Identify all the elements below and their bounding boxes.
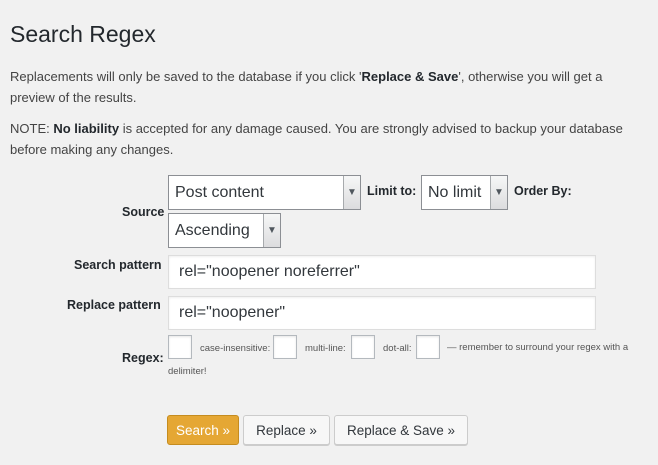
chevron-down-icon: ▼	[343, 176, 360, 209]
order-select-value: Ascending	[175, 221, 250, 239]
order-select[interactable]: Ascending ▼	[168, 213, 281, 248]
notice-emphasis: No liability	[53, 121, 120, 136]
source-select[interactable]: Post content ▼	[168, 175, 361, 210]
regex-hint-continued: delimiter!	[168, 366, 207, 377]
notice-text: NOTE: No liability is accepted for any d…	[10, 118, 650, 160]
search-button[interactable]: Search »	[167, 415, 239, 445]
limit-select-value: No limit	[428, 183, 482, 201]
regex-label: Regex:	[122, 351, 164, 365]
chevron-down-icon: ▼	[263, 214, 280, 247]
page-title: Search Regex	[10, 21, 156, 47]
limit-label: Limit to:	[367, 184, 417, 198]
replace-save-button[interactable]: Replace & Save »	[334, 415, 468, 445]
intro-text: Replacements will only be saved to the d…	[10, 66, 650, 108]
search-pattern-input[interactable]: rel="noopener noreferrer"	[168, 255, 596, 289]
search-pattern-label: Search pattern	[74, 258, 162, 272]
replace-button[interactable]: Replace »	[243, 415, 330, 445]
regex-checkbox[interactable]	[168, 335, 192, 359]
notice-prefix: NOTE:	[10, 121, 54, 136]
order-label: Order By:	[514, 184, 572, 198]
replace-pattern-label: Replace pattern	[67, 298, 161, 312]
case-insensitive-label: case-insensitive:	[200, 343, 271, 354]
dot-all-checkbox[interactable]	[416, 335, 440, 359]
source-label: Source	[122, 205, 165, 219]
replace-pattern-input[interactable]: rel="noopener"	[168, 296, 596, 330]
intro-text-before: Replacements will only be saved to the d…	[10, 69, 362, 84]
chevron-down-icon: ▼	[490, 176, 507, 209]
source-select-value: Post content	[175, 183, 264, 201]
case-insensitive-checkbox[interactable]	[273, 335, 297, 359]
dot-all-label: dot-all:	[383, 343, 412, 354]
limit-select[interactable]: No limit ▼	[421, 175, 508, 210]
multi-line-checkbox[interactable]	[351, 335, 375, 359]
intro-emphasis: Replace & Save	[361, 69, 459, 84]
multi-line-label: multi-line:	[305, 343, 346, 354]
regex-hint: — remember to surround your regex with a	[447, 342, 629, 353]
